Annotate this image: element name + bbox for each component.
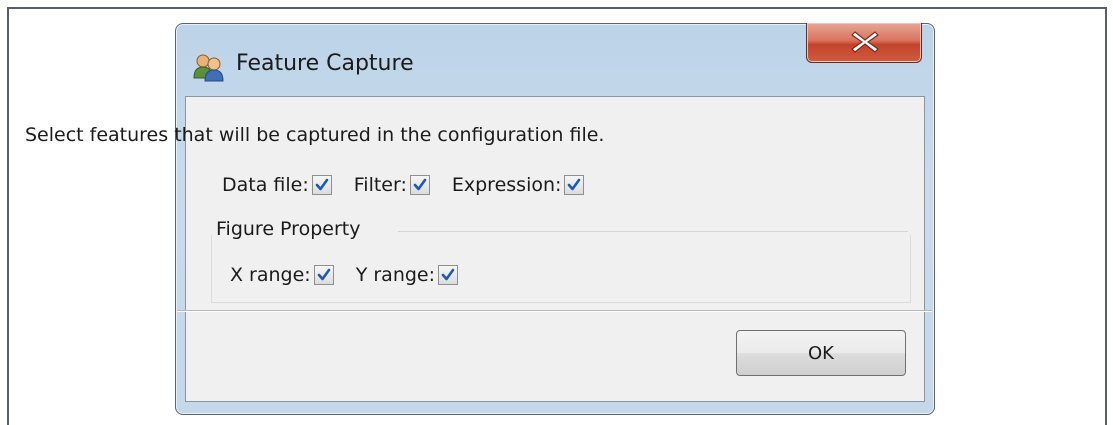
frame-border-top (7, 7, 1107, 9)
checkmark-icon (413, 178, 427, 191)
feature-options-row: Data file: Filter: Expression: (222, 174, 606, 196)
instruction-text: Select features that will be captured in… (25, 124, 605, 146)
filter-option: Filter: (354, 174, 430, 196)
checkmark-icon (568, 178, 581, 191)
x-range-label: X range: (230, 264, 311, 286)
x-range-option: X range: (230, 264, 334, 286)
expression-option: Expression: (452, 174, 585, 196)
users-icon (192, 52, 226, 82)
y-range-label: Y range: (355, 264, 436, 286)
data-file-option: Data file: (222, 174, 332, 196)
filter-label: Filter: (353, 174, 407, 196)
expression-label: Expression: (451, 174, 562, 196)
data-file-label: Data file: (222, 174, 309, 196)
checkmark-icon (317, 268, 331, 281)
figure-property-title: Figure Property (216, 218, 365, 240)
figure-property-options-row: X range: Y range: (230, 264, 480, 286)
frame-border-right (1105, 7, 1107, 425)
button-bar-separator-highlight (177, 311, 932, 312)
expression-checkbox[interactable] (564, 175, 585, 195)
ok-button[interactable]: OK (736, 330, 906, 376)
y-range-option: Y range: (355, 264, 459, 286)
checkmark-icon (441, 268, 455, 281)
close-button[interactable] (806, 23, 922, 63)
filter-checkbox[interactable] (409, 175, 430, 195)
group-box-top-line (398, 231, 908, 232)
close-icon (851, 31, 879, 53)
title-bar[interactable]: Feature Capture (176, 23, 934, 96)
frame-border-left (7, 7, 9, 425)
data-file-checkbox[interactable] (311, 175, 332, 195)
x-range-checkbox[interactable] (313, 265, 334, 285)
checkmark-icon (315, 178, 329, 191)
y-range-checkbox[interactable] (438, 265, 459, 285)
dialog-title: Feature Capture (236, 51, 414, 76)
